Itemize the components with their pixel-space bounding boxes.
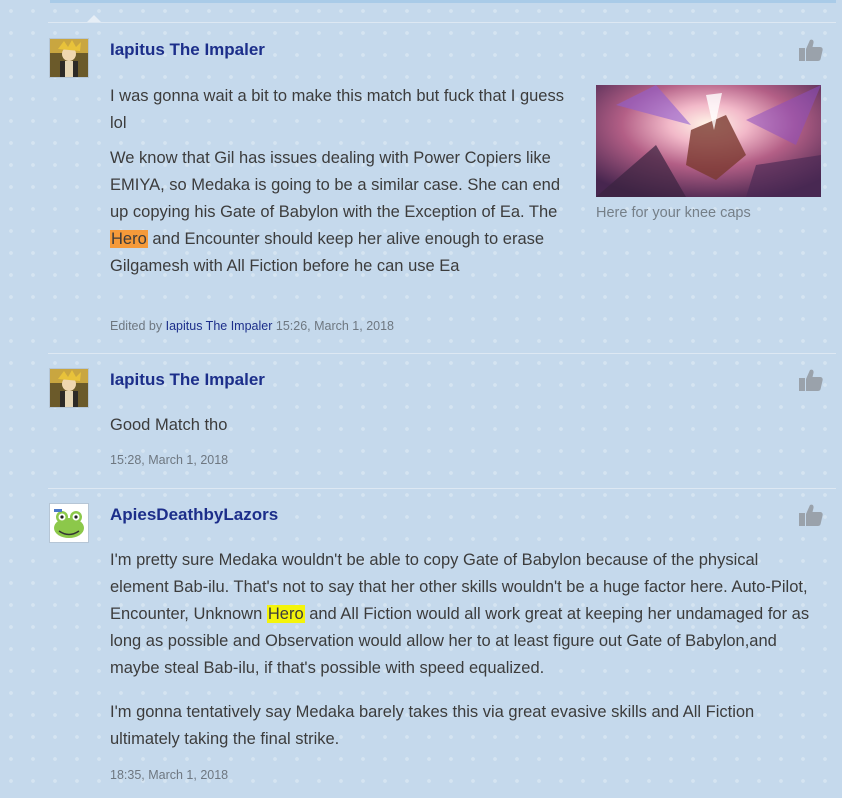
highlighted-term: Hero	[266, 605, 305, 623]
paragraph-text: and Encounter should keep her alive enou…	[110, 230, 545, 275]
post-meta: 18:35, March 1, 2018	[110, 768, 228, 782]
paragraph-text: We know that Gil has issues dealing with…	[110, 149, 561, 221]
post-paragraph: I'm pretty sure Medaka wouldn't be able …	[110, 547, 818, 682]
post-message: I'm pretty sure Medaka wouldn't be able …	[110, 547, 818, 753]
highlighted-term: Hero	[110, 230, 148, 248]
cartoon-frog-avatar-icon	[50, 504, 88, 542]
top-border	[50, 0, 836, 3]
post-message: I was gonna wait a bit to make this matc…	[110, 83, 572, 280]
thumbs-up-icon	[799, 504, 823, 526]
like-button[interactable]	[798, 368, 824, 392]
post-divider	[48, 22, 836, 23]
post-paragraph: We know that Gil has issues dealing with…	[110, 145, 572, 280]
post-timestamp[interactable]: 15:28, March 1, 2018	[110, 453, 228, 467]
anime-character-avatar-icon	[50, 39, 88, 77]
like-button[interactable]	[798, 503, 824, 527]
post-paragraph: Good Match tho	[110, 416, 228, 434]
avatar[interactable]	[49, 38, 89, 78]
post-meta: Edited by Iapitus The Impaler 15:26, Mar…	[110, 319, 394, 333]
username-link[interactable]: ApiesDeathbyLazors	[110, 505, 278, 525]
post-message: Good Match tho	[110, 412, 790, 439]
username-link[interactable]: Iapitus The Impaler	[110, 370, 265, 390]
username-link[interactable]: Iapitus The Impaler	[110, 40, 265, 60]
post-meta: 15:28, March 1, 2018	[110, 453, 228, 467]
post-divider	[48, 353, 836, 354]
avatar[interactable]	[49, 503, 89, 543]
anime-character-avatar-icon	[50, 369, 88, 407]
image-caption: Here for your knee caps	[596, 205, 751, 221]
like-button[interactable]	[798, 38, 824, 62]
post-divider	[48, 488, 836, 489]
edited-label: Edited by	[110, 319, 163, 333]
avatar[interactable]	[49, 368, 89, 408]
anime-scene-image	[596, 85, 821, 197]
editor-link[interactable]: Iapitus The Impaler	[166, 319, 273, 333]
post-timestamp[interactable]: 18:35, March 1, 2018	[110, 768, 228, 782]
post-timestamp[interactable]: 15:26, March 1, 2018	[276, 319, 394, 333]
thumbs-up-icon	[799, 39, 823, 61]
embedded-image[interactable]	[596, 85, 821, 197]
post-paragraph: I'm gonna tentatively say Medaka barely …	[110, 703, 755, 748]
post-paragraph: I was gonna wait a bit to make this matc…	[110, 87, 564, 132]
thumbs-up-icon	[799, 369, 823, 391]
